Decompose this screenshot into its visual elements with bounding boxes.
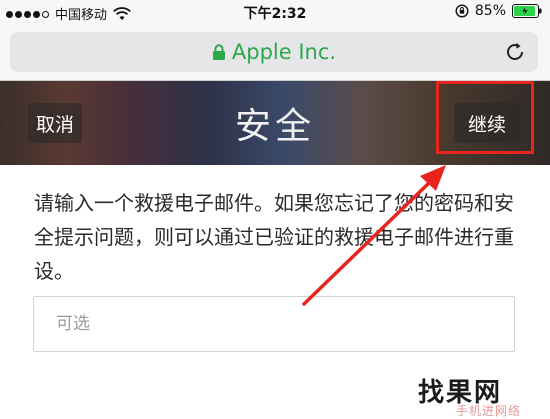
annotation-highlight-box <box>436 81 534 154</box>
battery-icon <box>512 4 542 18</box>
address-text[interactable]: Apple Inc. <box>10 40 538 64</box>
address-field[interactable]: Apple Inc. <box>10 32 538 72</box>
browser-url-bar: Apple Inc. <box>0 24 550 81</box>
orientation-lock-icon <box>455 4 469 18</box>
battery-percent: 85% <box>474 3 506 19</box>
watermark-logo: 找果网 手机进网络 <box>418 372 550 419</box>
status-right: 85% <box>455 3 542 19</box>
rescue-email-field-container <box>33 296 515 352</box>
padlock-icon <box>212 44 225 60</box>
rescue-email-input[interactable] <box>54 297 498 351</box>
reload-icon[interactable] <box>504 41 526 63</box>
site-name: Apple Inc. <box>231 40 337 64</box>
status-bar: 中国移动 下午2:32 85% <box>0 0 550 24</box>
watermark-sub-text: 手机进网络 <box>456 404 522 418</box>
rescue-email-description: 请输入一个救援电子邮件。如果您忘记了您的密码和安全提示问题，则可以通过已验证的救… <box>34 191 514 283</box>
